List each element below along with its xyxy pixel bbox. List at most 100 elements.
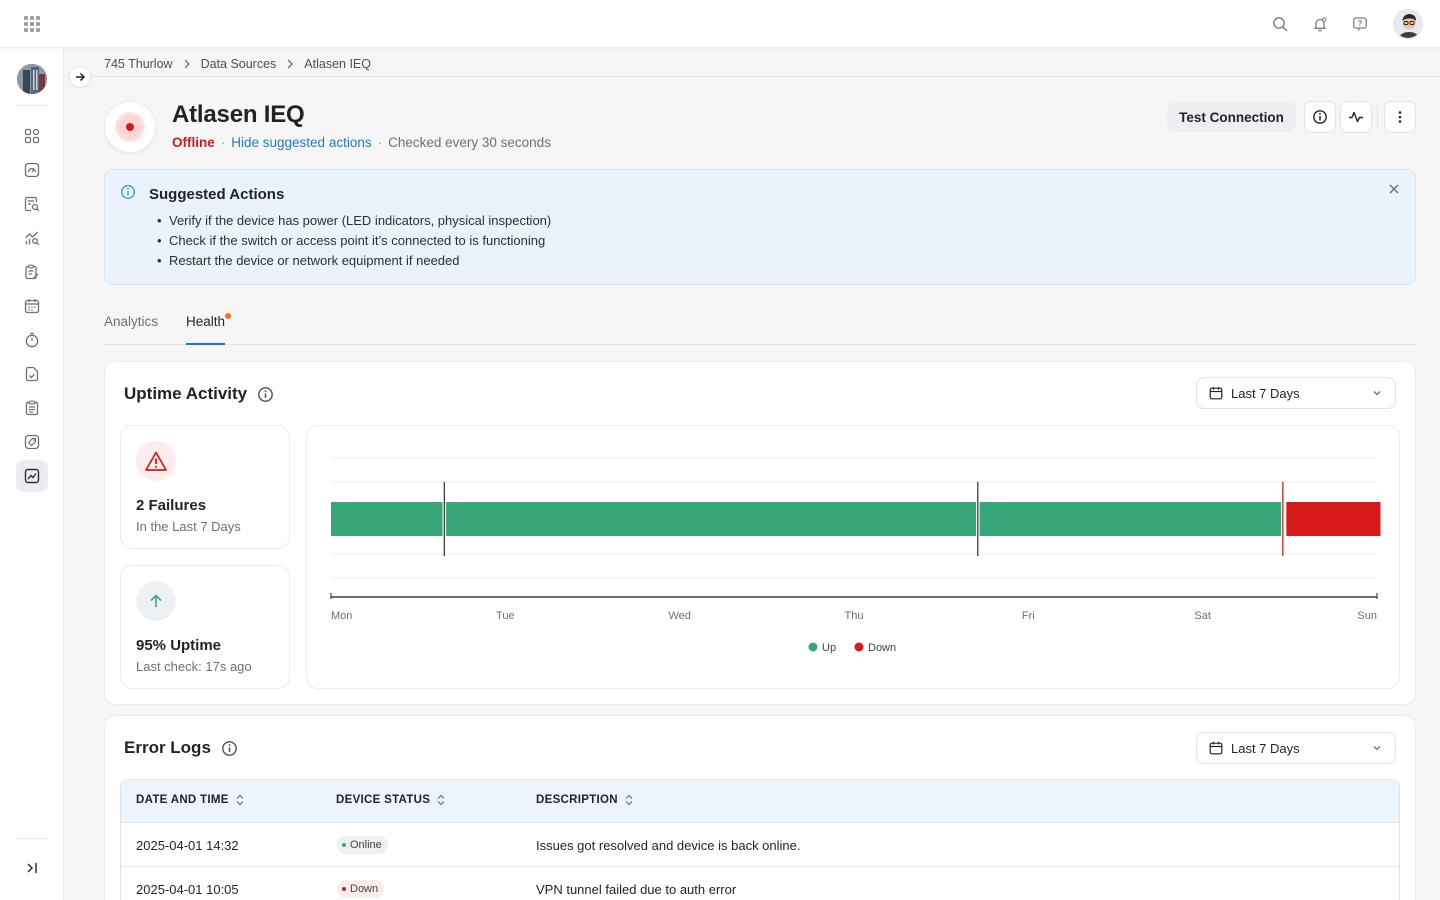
x-tick-label: Fri xyxy=(1022,610,1035,622)
info-icon[interactable] xyxy=(221,740,238,757)
sort-icon xyxy=(235,794,245,806)
table-row[interactable]: 2025-04-01 14:32 Online Issues got resol… xyxy=(121,823,1399,867)
breadcrumb-item[interactable]: 745 Thurlow xyxy=(104,57,173,71)
tab-analytics[interactable]: Analytics xyxy=(104,314,158,345)
trend-chart-icon xyxy=(24,468,40,484)
suggested-action-item: Verify if the device has power (LED indi… xyxy=(157,211,551,231)
legend-swatch xyxy=(854,642,864,652)
x-tick-label: Wed xyxy=(668,610,690,622)
header-divider xyxy=(1377,105,1378,129)
search-icon[interactable] xyxy=(1269,13,1291,35)
row-description: VPN tunnel failed due to auth error xyxy=(536,882,737,897)
hide-suggestions-link[interactable]: Hide suggested actions xyxy=(231,135,371,150)
close-icon[interactable] xyxy=(1387,182,1401,201)
sidebar-item-dashboard[interactable] xyxy=(16,120,48,152)
device-status-line: Offline · Hide suggested actions · Check… xyxy=(172,135,551,150)
more-vertical-icon xyxy=(1398,111,1402,123)
uptime-timeline-svg: Mon Tue Wed Thu Fri Sat Sun Up Down xyxy=(330,457,1381,654)
sidebar-item-tags[interactable] xyxy=(16,426,48,458)
breadcrumb-current: Atlasen IEQ xyxy=(304,57,371,71)
sidebar-collapse-button[interactable] xyxy=(16,852,48,884)
page-title: Atlasen IEQ xyxy=(172,101,305,128)
sidebar-item-calendar[interactable] xyxy=(16,290,48,322)
left-sidebar xyxy=(0,48,64,900)
bell-icon[interactable] xyxy=(1309,13,1331,35)
chevron-right-icon xyxy=(183,59,191,69)
clipboard-edit-icon xyxy=(25,264,39,280)
row-description: Issues got resolved and device is back o… xyxy=(536,838,801,853)
sort-icon xyxy=(436,794,446,806)
warning-icon xyxy=(136,441,176,481)
sidebar-item-analytics[interactable] xyxy=(16,222,48,254)
report-search-icon xyxy=(24,196,40,212)
check-interval: Checked every 30 seconds xyxy=(388,135,551,150)
site-thumbnail[interactable] xyxy=(17,64,47,94)
svg-text:?: ? xyxy=(1358,19,1363,28)
legend-label: Up xyxy=(822,642,836,654)
activity-pulse-icon xyxy=(1349,111,1363,123)
row-date: 2025-04-01 10:05 xyxy=(136,882,239,897)
sidebar-item-monitoring[interactable] xyxy=(16,154,48,186)
chevron-right-icon xyxy=(286,59,294,69)
test-connection-button[interactable]: Test Connection xyxy=(1167,102,1296,132)
column-date-time[interactable]: DATE AND TIME xyxy=(136,794,245,806)
status-badge: Down xyxy=(337,880,385,898)
tab-health[interactable]: Health xyxy=(186,313,232,345)
suggested-action-item: Restart the device or network equipment … xyxy=(157,251,551,271)
error-logs-table: DATE AND TIME DEVICE STATUS DESCRIPTION … xyxy=(120,779,1400,900)
info-icon[interactable] xyxy=(257,386,274,403)
uptime-title: Uptime Activity xyxy=(124,384,274,404)
activity-button[interactable] xyxy=(1340,101,1372,133)
x-tick-label: Mon xyxy=(331,610,352,622)
info-icon xyxy=(1313,110,1327,124)
arrow-up-icon xyxy=(136,581,176,621)
sidebar-item-reports[interactable] xyxy=(16,188,48,220)
sidebar-item-tasks[interactable] xyxy=(16,358,48,390)
x-tick-label: Thu xyxy=(845,610,864,622)
calendar-icon xyxy=(1209,386,1223,400)
status-badge: Online xyxy=(337,836,388,854)
uptime-segment-down xyxy=(1286,502,1381,536)
uptime-percent: 95% Uptime xyxy=(136,637,222,654)
suggested-action-item: Check if the switch or access point it’s… xyxy=(157,231,551,251)
expand-panel-button[interactable] xyxy=(69,66,91,88)
more-options-button[interactable] xyxy=(1384,101,1416,133)
info-icon xyxy=(120,184,136,205)
suggested-actions-title: Suggested Actions xyxy=(149,186,285,203)
x-tick-label: Tue xyxy=(496,610,515,622)
uptime-range-select[interactable]: Last 7 Days xyxy=(1196,377,1396,409)
uptime-chart: Mon Tue Wed Thu Fri Sat Sun Up Down xyxy=(306,425,1400,689)
column-device-status[interactable]: DEVICE STATUS xyxy=(336,794,446,806)
table-row[interactable]: 2025-04-01 10:05 Down VPN tunnel failed … xyxy=(121,867,1399,900)
user-avatar[interactable] xyxy=(1393,9,1423,39)
top-bar: ? xyxy=(0,0,1440,48)
row-date: 2025-04-01 14:32 xyxy=(136,838,239,853)
dashboard-icon xyxy=(24,128,40,144)
sidebar-divider xyxy=(16,105,48,106)
arrow-right-icon xyxy=(76,72,86,82)
uptime-segment-up xyxy=(331,502,443,536)
sidebar-item-timer[interactable] xyxy=(16,324,48,356)
breadcrumb-item[interactable]: Data Sources xyxy=(201,57,277,71)
failures-stat-card: 2 Failures In the Last 7 Days xyxy=(120,425,290,549)
legend-label: Down xyxy=(868,642,896,654)
last-check: Last check: 17s ago xyxy=(136,659,252,674)
help-icon[interactable]: ? xyxy=(1349,13,1371,35)
notification-dot xyxy=(225,313,232,319)
sidebar-item-checklists[interactable] xyxy=(16,256,48,288)
sidebar-item-inspections[interactable] xyxy=(16,392,48,424)
apps-grid-icon[interactable] xyxy=(22,14,42,34)
info-button[interactable] xyxy=(1304,101,1336,133)
stopwatch-icon xyxy=(25,332,39,348)
sidebar-divider xyxy=(16,838,48,839)
collapse-right-icon xyxy=(27,863,37,873)
sidebar-item-data-sources[interactable] xyxy=(16,460,48,492)
column-description[interactable]: DESCRIPTION xyxy=(536,794,634,806)
breadcrumb-divider xyxy=(64,76,1440,77)
clipboard-list-icon xyxy=(25,400,39,416)
error-logs-title: Error Logs xyxy=(124,738,238,758)
error-logs-range-select[interactable]: Last 7 Days xyxy=(1196,732,1396,764)
sort-icon xyxy=(624,794,634,806)
legend-swatch xyxy=(808,642,818,652)
calendar-icon xyxy=(1209,741,1223,755)
